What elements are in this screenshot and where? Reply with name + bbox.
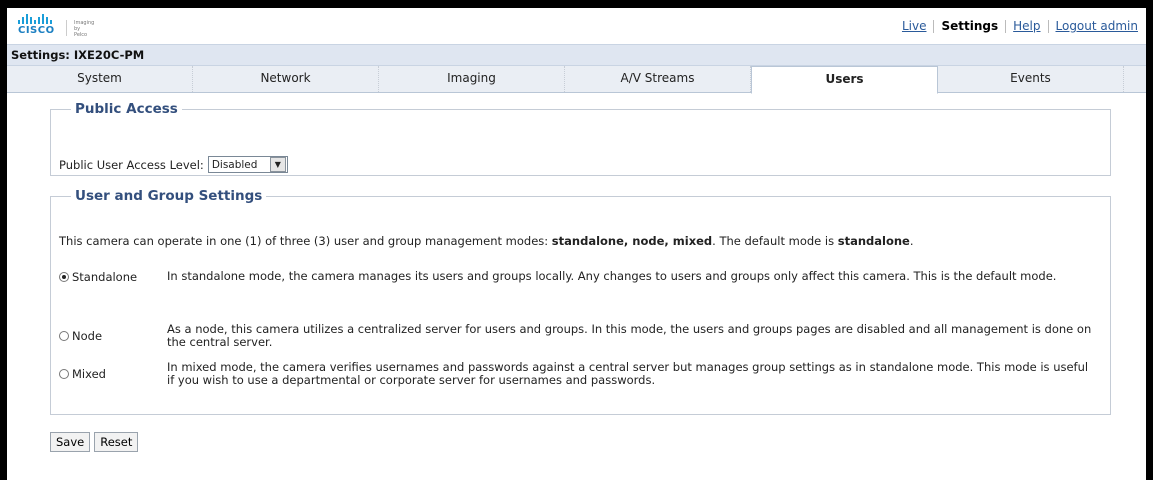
top-bar: CISCO Imaging by Pelco Live Settings Hel… bbox=[7, 8, 1146, 44]
radio-node[interactable]: Node bbox=[59, 323, 167, 349]
intro-text: This camera can operate in one (1) of th… bbox=[59, 234, 552, 248]
cisco-wordmark: CISCO bbox=[18, 25, 55, 36]
nav-divider bbox=[1005, 19, 1007, 33]
intro-modes: standalone, node, mixed bbox=[551, 234, 713, 248]
option-mixed: Mixed In mixed mode, the camera verifies… bbox=[59, 361, 1097, 387]
app-window: CISCO Imaging by Pelco Live Settings Hel… bbox=[7, 8, 1146, 480]
public-access-section: Public Access Public User Access Level: … bbox=[50, 101, 1111, 176]
logout-link[interactable]: Logout admin bbox=[1056, 19, 1139, 33]
public-access-level-select[interactable]: Disabled ▼ bbox=[207, 156, 288, 173]
node-description: As a node, this camera utilizes a centra… bbox=[167, 322, 1092, 349]
save-button[interactable]: Save bbox=[50, 432, 91, 452]
radio-checked-icon[interactable] bbox=[59, 272, 69, 282]
tab-imaging[interactable]: Imaging bbox=[379, 66, 565, 92]
cisco-logo: CISCO Imaging by Pelco bbox=[18, 14, 94, 38]
radio-standalone[interactable]: Standalone bbox=[59, 270, 167, 284]
option-standalone: Standalone In standalone mode, the camer… bbox=[59, 270, 1097, 284]
standalone-description: In standalone mode, the camera manages i… bbox=[167, 269, 1057, 283]
user-group-settings-section: User and Group Settings This camera can … bbox=[50, 188, 1111, 415]
tab-network[interactable]: Network bbox=[193, 66, 379, 92]
form-buttons: Save Reset bbox=[50, 432, 139, 452]
live-link[interactable]: Live bbox=[902, 19, 927, 33]
nav-divider bbox=[1047, 19, 1049, 33]
radio-standalone-label[interactable]: Standalone bbox=[72, 270, 137, 284]
radio-node-label[interactable]: Node bbox=[72, 329, 102, 343]
radio-mixed[interactable]: Mixed bbox=[59, 361, 167, 387]
intro-default-mode: standalone bbox=[837, 234, 910, 248]
intro-text-end: . bbox=[909, 234, 914, 248]
nav-divider bbox=[933, 19, 935, 33]
option-node: Node As a node, this camera utilizes a c… bbox=[59, 323, 1097, 349]
radio-unchecked-icon[interactable] bbox=[59, 369, 69, 379]
public-access-level-value: Disabled bbox=[211, 158, 258, 171]
user-group-legend: User and Group Settings bbox=[75, 188, 263, 204]
radio-mixed-label[interactable]: Mixed bbox=[72, 367, 106, 381]
public-access-legend: Public Access bbox=[75, 101, 178, 117]
tab-events[interactable]: Events bbox=[938, 66, 1124, 92]
top-nav: Live Settings Help Logout admin bbox=[902, 19, 1138, 33]
public-access-row: Public User Access Level: Disabled ▼ bbox=[59, 156, 288, 173]
cisco-bars-icon bbox=[18, 14, 55, 24]
reset-button[interactable]: Reset bbox=[94, 432, 139, 452]
page-title: Settings: IXE20C-PM bbox=[7, 44, 1146, 66]
tab-system[interactable]: System bbox=[7, 66, 193, 92]
tab-bar: System Network Imaging A/V Streams Users… bbox=[7, 66, 1146, 94]
dropdown-arrow-icon[interactable]: ▼ bbox=[269, 157, 286, 172]
pelco-imaging-logo: Imaging by Pelco bbox=[74, 20, 95, 38]
logo-divider bbox=[66, 20, 67, 36]
mode-intro-text: This camera can operate in one (1) of th… bbox=[59, 234, 914, 248]
tab-av-streams[interactable]: A/V Streams bbox=[565, 66, 751, 92]
tab-users[interactable]: Users bbox=[751, 66, 938, 94]
radio-unchecked-icon[interactable] bbox=[59, 331, 69, 341]
mixed-description: In mixed mode, the camera verifies usern… bbox=[167, 360, 1089, 387]
settings-link[interactable]: Settings bbox=[941, 19, 998, 33]
help-link[interactable]: Help bbox=[1013, 19, 1040, 33]
public-access-label: Public User Access Level: bbox=[59, 157, 204, 172]
intro-text-mid: . The default mode is bbox=[712, 234, 838, 248]
